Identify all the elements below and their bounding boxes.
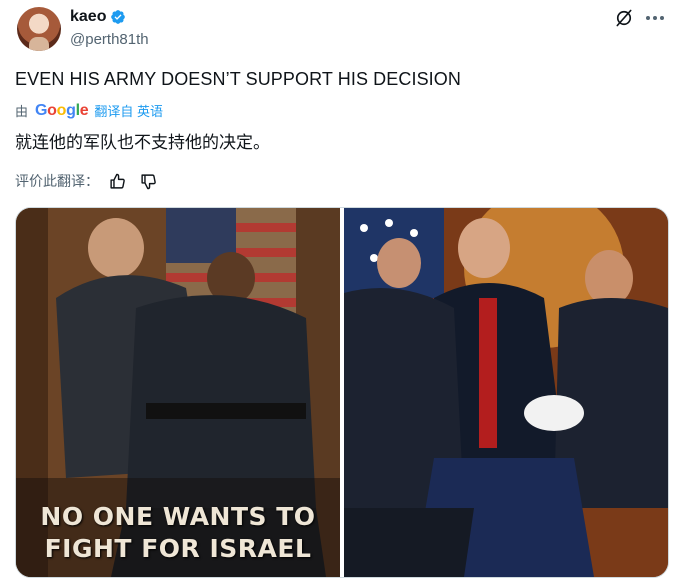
media-image-left[interactable]: NO ONE WANTS TO FIGHT FOR ISRAEL <box>16 208 340 577</box>
rate-label: 评价此翻译： <box>15 173 99 189</box>
verified-badge-icon <box>111 10 126 24</box>
translated-text: 就连他的军队也不支持他的决定。 <box>15 133 270 152</box>
translation-attribution: 由 Google 翻译自 英语 <box>15 101 163 120</box>
scuffle-illustration <box>344 208 668 577</box>
thumbs-up-icon[interactable] <box>109 173 126 190</box>
translated-from-link[interactable]: 翻译自 英语 <box>94 101 163 120</box>
avatar[interactable] <box>17 7 61 51</box>
grok-icon[interactable] <box>614 8 634 28</box>
poster-caption-line-1: NO ONE WANTS TO <box>40 502 316 531</box>
author-name-row: kaeo <box>70 8 126 26</box>
translated-by-prefix: 由 <box>15 104 29 119</box>
media-image-right[interactable] <box>344 208 668 577</box>
poster-caption: NO ONE WANTS TO FIGHT FOR ISRAEL <box>16 501 340 565</box>
thumbs-down-icon[interactable] <box>140 173 157 190</box>
display-name[interactable]: kaeo <box>70 8 106 26</box>
google-logo: Google <box>35 101 89 119</box>
post-text: EVEN HIS ARMY DOESN’T SUPPORT HIS DECISI… <box>15 69 461 89</box>
post-media[interactable]: NO ONE WANTS TO FIGHT FOR ISRAEL <box>15 207 669 578</box>
more-icon[interactable] <box>645 9 665 27</box>
rate-translation: 评价此翻译： <box>15 171 157 191</box>
handle[interactable]: @perth81th <box>70 31 149 48</box>
poster-caption-line-2: FIGHT FOR ISRAEL <box>44 534 312 563</box>
